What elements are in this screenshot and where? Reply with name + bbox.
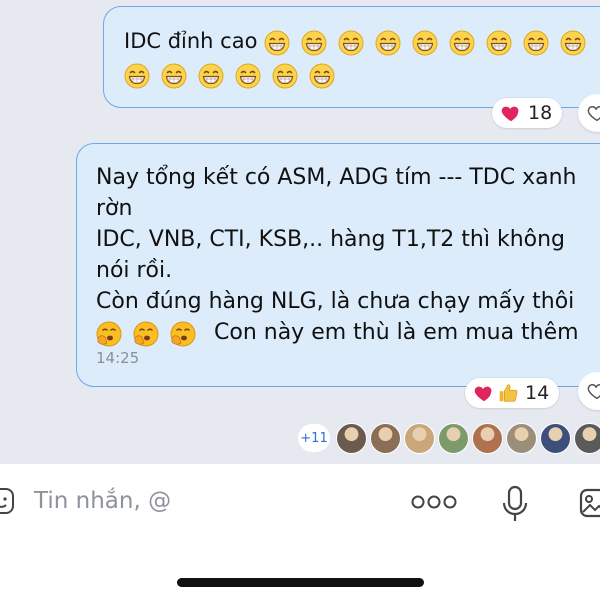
avatar[interactable] — [438, 422, 469, 454]
message-2-last-line: Con này em thù là em mua thêm — [96, 317, 600, 349]
grinning-face-emoji — [523, 30, 549, 56]
heart-outline-icon — [587, 106, 600, 122]
seen-extra-count[interactable]: +11 — [298, 424, 330, 452]
message-time: 14:25 — [96, 349, 140, 367]
thumbs-up-icon — [497, 382, 519, 404]
message-2-line: Nay tổng kết có ASM, ADG tím --- TDC xan… — [96, 165, 577, 190]
message-2-line: IDC, VNB, CTI, KSB,.. hàng T1,T2 thì khô… — [96, 227, 566, 252]
seen-by-row[interactable]: +11 — [298, 422, 600, 454]
avatar[interactable] — [574, 422, 600, 454]
message-2-line: rờn — [96, 196, 133, 221]
grinning-face-emoji — [198, 63, 224, 89]
heart-icon — [500, 102, 522, 124]
message-2-line: nói rồi. — [96, 258, 173, 283]
grinning-face-emoji — [560, 30, 586, 56]
grinning-face-emoji — [309, 63, 335, 89]
image-icon[interactable] — [578, 486, 600, 520]
message-1-line-2 — [124, 59, 600, 93]
message-composer: Tin nhắn, @ — [0, 464, 600, 600]
more-dots-icon[interactable] — [410, 492, 458, 512]
grinning-face-emoji — [272, 63, 298, 89]
avatar[interactable] — [472, 422, 503, 454]
message-2-line: Còn đúng hàng NLG, là chưa chạy mấy thôi — [96, 289, 575, 314]
heart-outline-icon — [587, 384, 600, 400]
message-input[interactable]: Tin nhắn, @ — [34, 488, 171, 514]
grinning-face-emoji — [161, 63, 187, 89]
grin-emoji-row — [124, 59, 346, 92]
grinning-face-emoji — [338, 30, 364, 56]
message-1-line-1: IDC đỉnh cao — [124, 25, 600, 59]
avatar[interactable] — [336, 422, 367, 454]
message-1-text: IDC đỉnh cao — [124, 29, 258, 53]
grinning-face-emoji — [264, 30, 290, 56]
grin-emoji-row — [264, 26, 597, 59]
grinning-face-emoji — [124, 63, 150, 89]
message-bubble-1[interactable]: IDC đỉnh cao — [103, 6, 600, 108]
reaction-summary-1[interactable]: 18 — [492, 98, 563, 128]
grinning-face-emoji — [235, 63, 261, 89]
grinning-face-emoji — [412, 30, 438, 56]
avatar[interactable] — [370, 422, 401, 454]
message-bubble-2[interactable]: Nay tổng kết có ASM, ADG tím --- TDC xan… — [76, 143, 600, 387]
message-2-last-text: Con này em thù là em mua thêm — [214, 320, 579, 345]
microphone-icon[interactable] — [500, 484, 530, 524]
grinning-face-emoji — [449, 30, 475, 56]
reaction-summary-2[interactable]: 14 — [465, 378, 560, 408]
reaction-count: 18 — [528, 102, 553, 124]
sticker-icon[interactable] — [0, 486, 16, 516]
chat-screen: IDC đỉnh cao 18 Nay tổng kết có ASM, ADG… — [0, 0, 600, 600]
avatar[interactable] — [540, 422, 571, 454]
home-indicator — [177, 578, 424, 587]
thinking-yawning-face-emoji — [170, 321, 196, 347]
avatar[interactable] — [404, 422, 435, 454]
grinning-face-emoji — [486, 30, 512, 56]
grinning-face-emoji — [375, 30, 401, 56]
heart-icon — [473, 382, 495, 404]
avatar[interactable] — [506, 422, 537, 454]
reaction-count: 14 — [525, 382, 550, 404]
seen-avatars — [336, 422, 600, 454]
grinning-face-emoji — [301, 30, 327, 56]
